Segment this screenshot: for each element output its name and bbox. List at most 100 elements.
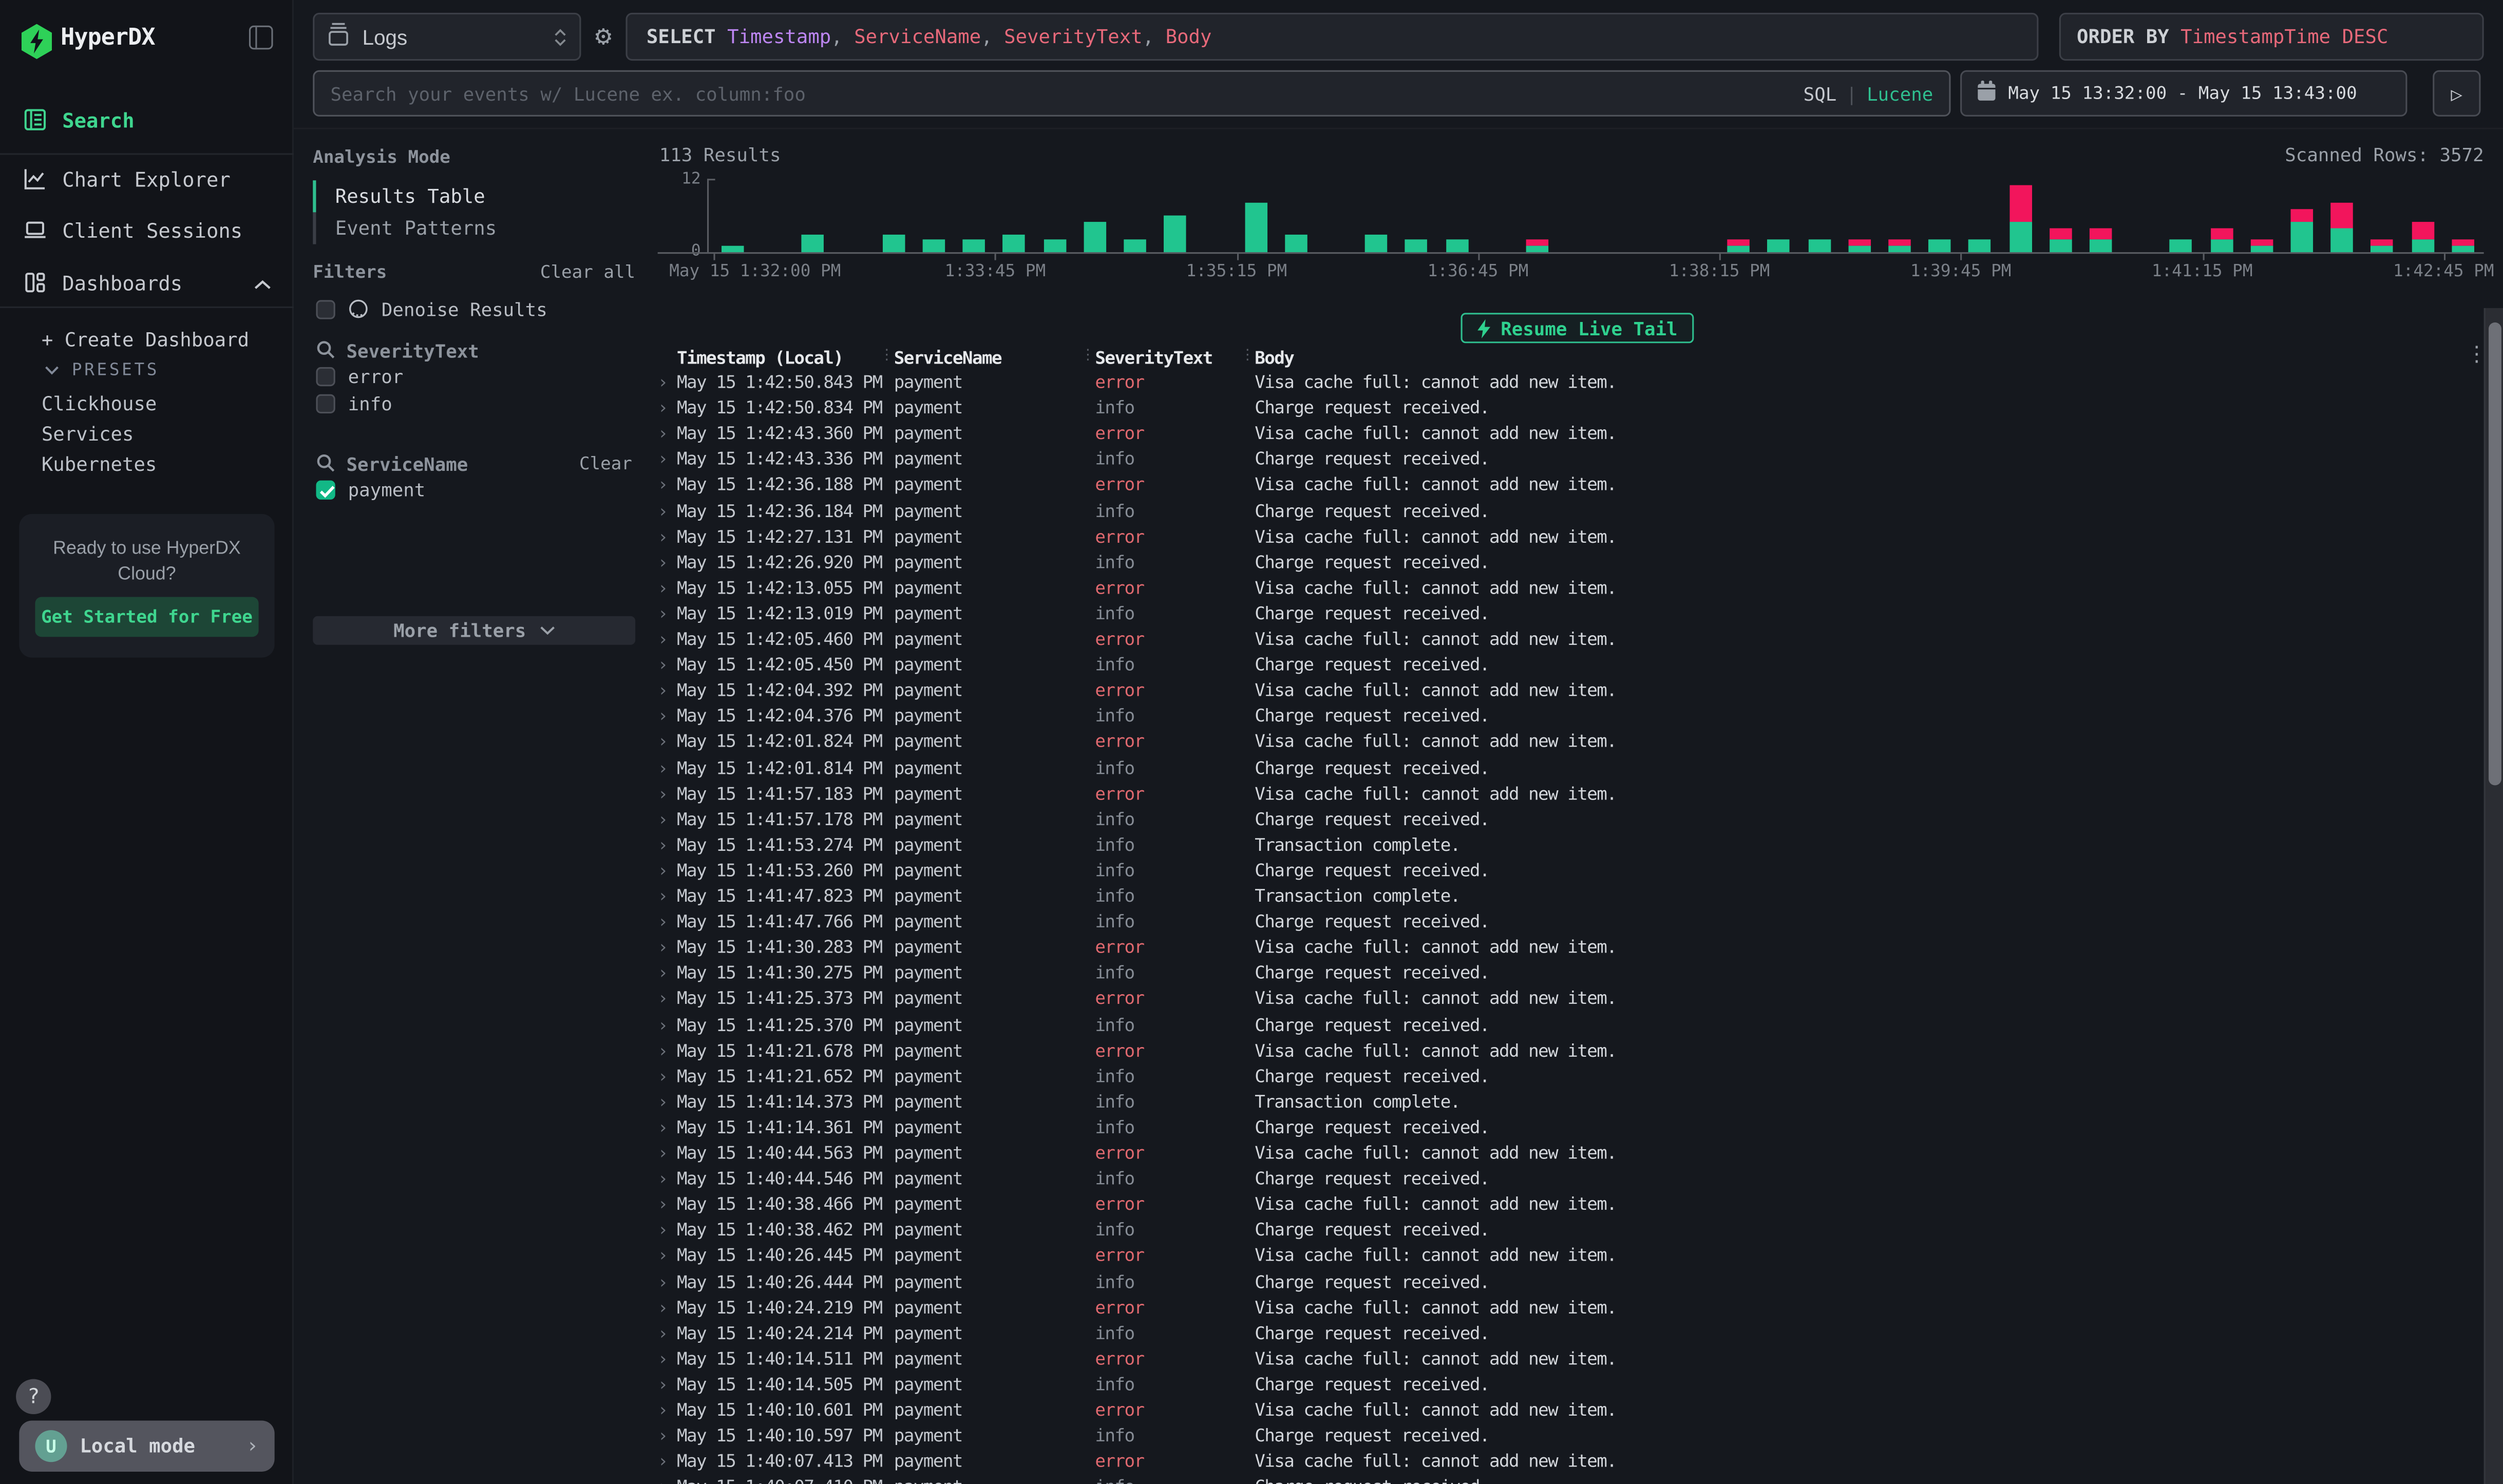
table-row[interactable]: ›May 15 1:40:38.462 PMpaymentinfoCharge …: [651, 1219, 2483, 1244]
histogram-bar[interactable]: [1044, 240, 1066, 252]
histogram-bar[interactable]: [1768, 240, 1790, 252]
table-row[interactable]: ›May 15 1:40:07.410 PMpaymentinfoCharge …: [651, 1475, 2483, 1484]
search-icon[interactable]: [316, 448, 335, 479]
table-row[interactable]: ›May 15 1:42:05.450 PMpaymentinfoCharge …: [651, 653, 2483, 679]
table-row[interactable]: ›May 15 1:42:43.336 PMpaymentinfoCharge …: [651, 447, 2483, 473]
checkbox[interactable]: [316, 367, 335, 386]
create-dashboard-button[interactable]: + Create Dashboard: [42, 329, 249, 351]
table-row[interactable]: ›May 15 1:41:25.370 PMpaymentinfoCharge …: [651, 1013, 2483, 1038]
lucene-mode-toggle[interactable]: Lucene: [1867, 82, 1933, 105]
histogram-bar[interactable]: [2371, 240, 2394, 252]
table-row[interactable]: ›May 15 1:40:10.601 PMpaymenterrorVisa c…: [651, 1398, 2483, 1424]
row-expand-chevron-icon[interactable]: ›: [658, 655, 668, 675]
table-row[interactable]: ›May 15 1:42:27.131 PMpaymenterrorVisa c…: [651, 524, 2483, 550]
column-resize-handle[interactable]: ⋮: [880, 348, 893, 364]
histogram-bar[interactable]: [2170, 240, 2192, 252]
filter-option-info[interactable]: info: [316, 391, 635, 417]
row-expand-chevron-icon[interactable]: ›: [658, 834, 668, 855]
row-expand-chevron-icon[interactable]: ›: [658, 1194, 668, 1215]
row-expand-chevron-icon[interactable]: ›: [658, 1323, 668, 1343]
get-started-button[interactable]: Get Started for Free: [35, 597, 258, 637]
histogram-bar[interactable]: [1888, 240, 1911, 252]
histogram-bar[interactable]: [2049, 227, 2072, 252]
table-row[interactable]: ›May 15 1:42:36.184 PMpaymentinfoCharge …: [651, 499, 2483, 524]
scrollbar-track[interactable]: [2484, 308, 2503, 1484]
help-button[interactable]: ?: [16, 1379, 51, 1414]
histogram-bar[interactable]: [802, 234, 825, 252]
select-query-input[interactable]: SELECT Timestamp, ServiceName, SeverityT…: [625, 13, 2038, 61]
histogram-bar[interactable]: [2411, 222, 2434, 253]
table-row[interactable]: ›May 15 1:41:47.766 PMpaymentinfoCharge …: [651, 910, 2483, 936]
histogram-bar[interactable]: [923, 240, 945, 252]
table-row[interactable]: ›May 15 1:42:01.824 PMpaymenterrorVisa c…: [651, 730, 2483, 756]
row-expand-chevron-icon[interactable]: ›: [658, 526, 668, 547]
table-row[interactable]: ›May 15 1:41:30.283 PMpaymenterrorVisa c…: [651, 936, 2483, 961]
column-header-servicename[interactable]: ServiceName: [894, 348, 1001, 369]
more-filters-button[interactable]: More filters: [313, 616, 635, 645]
row-expand-chevron-icon[interactable]: ›: [658, 937, 668, 958]
sidebar-item-search[interactable]: Search: [0, 99, 294, 141]
histogram-bar[interactable]: [1969, 240, 1992, 252]
histogram-bar[interactable]: [1244, 203, 1267, 252]
row-expand-chevron-icon[interactable]: ›: [658, 1066, 668, 1086]
table-row[interactable]: ›May 15 1:40:10.597 PMpaymentinfoCharge …: [651, 1424, 2483, 1450]
row-expand-chevron-icon[interactable]: ›: [658, 500, 668, 521]
filter-option-payment[interactable]: payment: [316, 477, 635, 503]
histogram-bar[interactable]: [1808, 240, 1830, 252]
row-expand-chevron-icon[interactable]: ›: [658, 988, 668, 1009]
date-range-picker[interactable]: May 15 13:32:00 - May 15 13:43:00: [1960, 70, 2407, 117]
row-expand-chevron-icon[interactable]: ›: [658, 1143, 668, 1164]
table-row[interactable]: ›May 15 1:42:43.360 PMpaymenterrorVisa c…: [651, 422, 2483, 447]
histogram-bar[interactable]: [1848, 240, 1871, 252]
row-expand-chevron-icon[interactable]: ›: [658, 397, 668, 418]
order-by-input[interactable]: ORDER BY TimestampTime DESC: [2059, 13, 2484, 61]
column-header-severitytext[interactable]: SeverityText: [1095, 348, 1212, 369]
row-expand-chevron-icon[interactable]: ›: [658, 860, 668, 881]
row-expand-chevron-icon[interactable]: ›: [658, 783, 668, 804]
table-row[interactable]: ›May 15 1:40:24.219 PMpaymenterrorVisa c…: [651, 1296, 2483, 1321]
histogram-bar[interactable]: [2290, 210, 2313, 252]
run-query-button[interactable]: ▷: [2433, 70, 2480, 117]
sidebar-preset-item[interactable]: Services: [42, 423, 134, 446]
table-row[interactable]: ›May 15 1:40:38.466 PMpaymenterrorVisa c…: [651, 1193, 2483, 1219]
row-expand-chevron-icon[interactable]: ›: [658, 1117, 668, 1138]
sidebar-item-chart-explorer[interactable]: Chart Explorer: [0, 158, 294, 200]
clear-all-button[interactable]: Clear all: [540, 262, 635, 282]
resume-live-tail-button[interactable]: Resume Live Tail: [1461, 313, 1694, 343]
column-header-timestamp-local-[interactable]: Timestamp (Local): [677, 348, 843, 369]
table-row[interactable]: ›May 15 1:41:57.183 PMpaymenterrorVisa c…: [651, 782, 2483, 807]
table-row[interactable]: ›May 15 1:40:14.505 PMpaymentinfoCharge …: [651, 1373, 2483, 1398]
row-expand-chevron-icon[interactable]: ›: [658, 1271, 668, 1292]
row-expand-chevron-icon[interactable]: ›: [658, 1348, 668, 1369]
row-expand-chevron-icon[interactable]: ›: [658, 963, 668, 983]
row-expand-chevron-icon[interactable]: ›: [658, 1246, 668, 1266]
table-row[interactable]: ›May 15 1:41:25.373 PMpaymenterrorVisa c…: [651, 987, 2483, 1013]
column-resize-handle[interactable]: ⋮: [1240, 348, 1253, 364]
sidebar-preset-item[interactable]: Kubernetes: [42, 453, 157, 476]
histogram-bar[interactable]: [1526, 240, 1549, 252]
histogram-bar[interactable]: [1446, 240, 1468, 252]
row-expand-chevron-icon[interactable]: ›: [658, 706, 668, 727]
scrollbar-thumb[interactable]: [2489, 322, 2501, 785]
table-row[interactable]: ›May 15 1:42:04.376 PMpaymentinfoCharge …: [651, 705, 2483, 730]
row-expand-chevron-icon[interactable]: ›: [658, 603, 668, 624]
histogram-bar[interactable]: [2090, 227, 2112, 252]
table-row[interactable]: ›May 15 1:42:05.460 PMpaymenterrorVisa c…: [651, 627, 2483, 653]
row-expand-chevron-icon[interactable]: ›: [658, 1400, 668, 1420]
histogram-bar[interactable]: [1124, 240, 1146, 252]
table-row[interactable]: ›May 15 1:42:36.188 PMpaymenterrorVisa c…: [651, 473, 2483, 499]
histogram-bar[interactable]: [2009, 185, 2032, 252]
table-row[interactable]: ›May 15 1:42:04.392 PMpaymenterrorVisa c…: [651, 679, 2483, 705]
table-row[interactable]: ›May 15 1:41:53.260 PMpaymentinfoCharge …: [651, 859, 2483, 884]
row-expand-chevron-icon[interactable]: ›: [658, 1169, 668, 1189]
row-expand-chevron-icon[interactable]: ›: [658, 1297, 668, 1318]
row-expand-chevron-icon[interactable]: ›: [658, 1220, 668, 1241]
histogram-bar[interactable]: [1084, 222, 1106, 253]
histogram-bar[interactable]: [882, 234, 905, 252]
table-row[interactable]: ›May 15 1:42:13.055 PMpaymenterrorVisa c…: [651, 576, 2483, 602]
row-expand-chevron-icon[interactable]: ›: [658, 732, 668, 752]
table-row[interactable]: ›May 15 1:41:47.823 PMpaymentinfoTransac…: [651, 884, 2483, 910]
histogram-bar[interactable]: [2210, 227, 2233, 252]
denoise-checkbox-row[interactable]: Denoise Results: [316, 297, 635, 322]
presets-toggle[interactable]: PRESETS: [45, 360, 159, 379]
